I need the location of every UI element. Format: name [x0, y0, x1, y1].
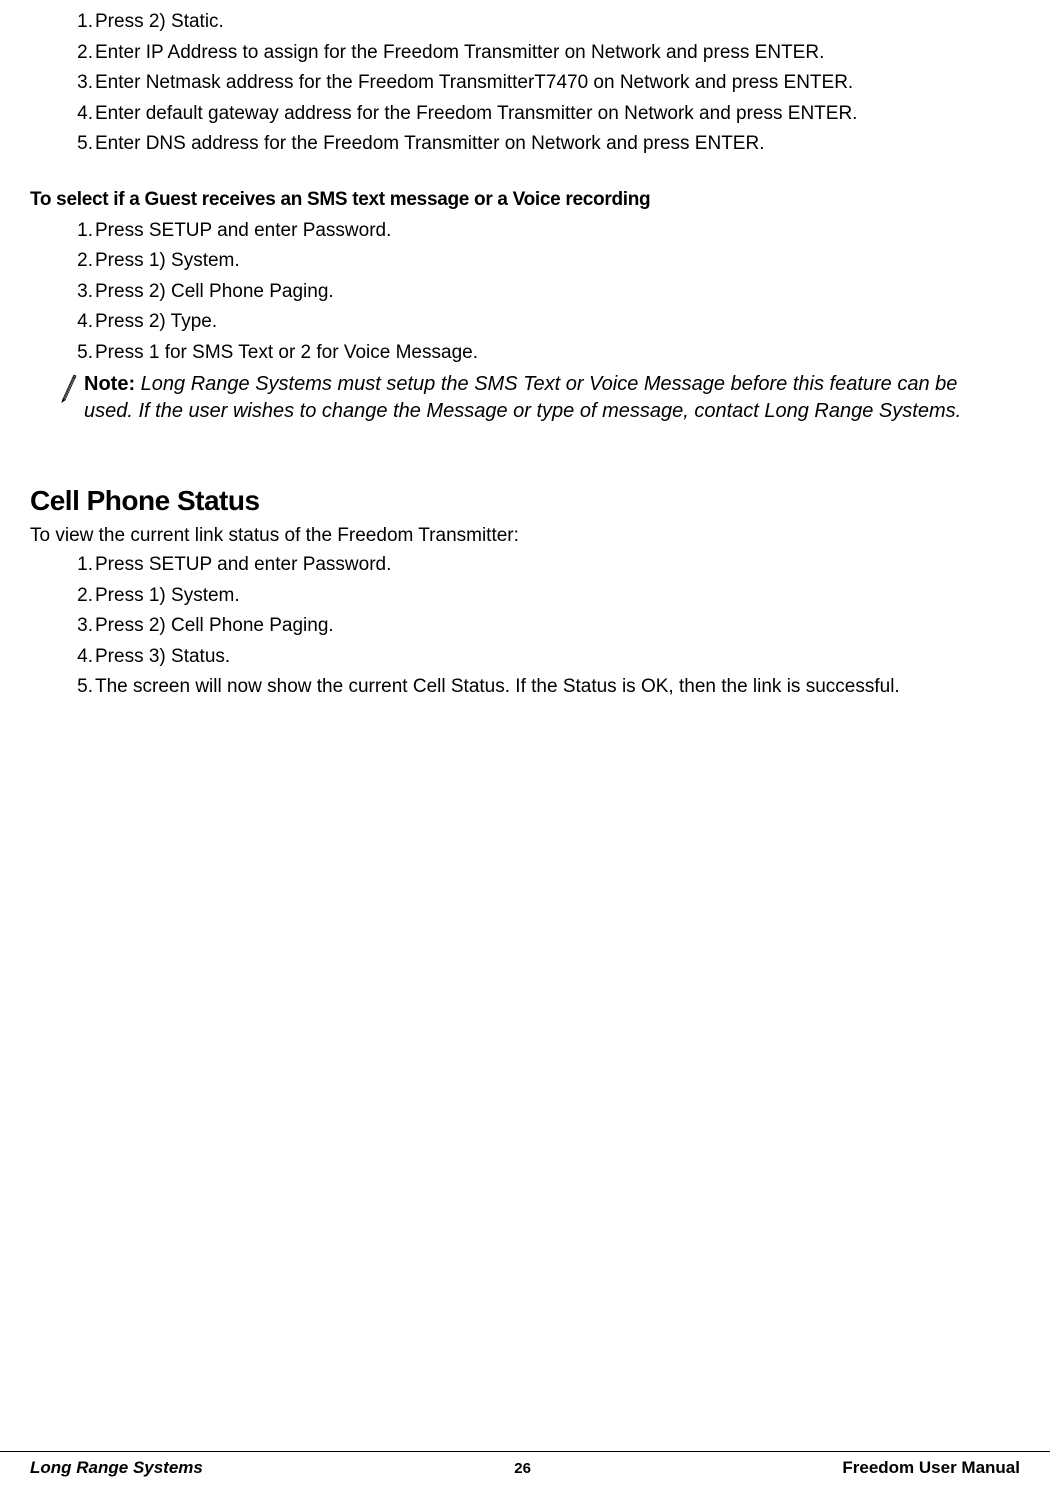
page-footer: Long Range Systems 26 Freedom User Manua…	[0, 1451, 1050, 1478]
list-item: 3.Press 2) Cell Phone Paging.	[95, 278, 1020, 307]
list-item: 2.Enter IP Address to assign for the Fre…	[95, 39, 1020, 68]
footer-page-number: 26	[514, 1460, 531, 1477]
footer-manual-title: Freedom User Manual	[842, 1458, 1020, 1478]
list-item: 3.Enter Netmask address for the Freedom …	[95, 69, 1020, 98]
pencil-icon	[58, 373, 80, 403]
subheading-sms-voice: To select if a Guest receives an SMS tex…	[30, 189, 1020, 211]
body-intro: To view the current link status of the F…	[30, 525, 1020, 547]
list-item: 2.Press 1) System.	[95, 247, 1020, 276]
note-body: Long Range Systems must setup the SMS Te…	[84, 373, 961, 422]
list-item: 1.Press SETUP and enter Password.	[95, 551, 1020, 580]
list-item: 4.Enter default gateway address for the …	[95, 100, 1020, 129]
footer-company: Long Range Systems	[30, 1458, 203, 1478]
list-item: 3.Press 2) Cell Phone Paging.	[95, 612, 1020, 641]
list-item: 5.The screen will now show the current C…	[95, 673, 1020, 702]
list-item: 5.Enter DNS address for the Freedom Tran…	[95, 130, 1020, 159]
section-heading-cell-phone-status: Cell Phone Status	[30, 485, 1020, 517]
list-cell-status: 1.Press SETUP and enter Password. 2.Pres…	[30, 551, 1020, 702]
list-item: 4.Press 2) Type.	[95, 308, 1020, 337]
page-content: 1.Press 2) Static. 2.Enter IP Address to…	[30, 0, 1020, 702]
list-item: 5.Press 1 for SMS Text or 2 for Voice Me…	[95, 339, 1020, 368]
list-item: 1.Press 2) Static.	[95, 8, 1020, 37]
list-item: 4.Press 3) Status.	[95, 643, 1020, 672]
list-sms-voice: 1.Press SETUP and enter Password. 2.Pres…	[30, 217, 1020, 368]
note-label: Note:	[84, 373, 135, 395]
note-text: Note: Long Range Systems must setup the …	[84, 371, 1020, 425]
list-item: 2.Press 1) System.	[95, 582, 1020, 611]
list-item: 1.Press SETUP and enter Password.	[95, 217, 1020, 246]
list-static-network: 1.Press 2) Static. 2.Enter IP Address to…	[30, 8, 1020, 159]
note-block: Note: Long Range Systems must setup the …	[30, 371, 1020, 425]
